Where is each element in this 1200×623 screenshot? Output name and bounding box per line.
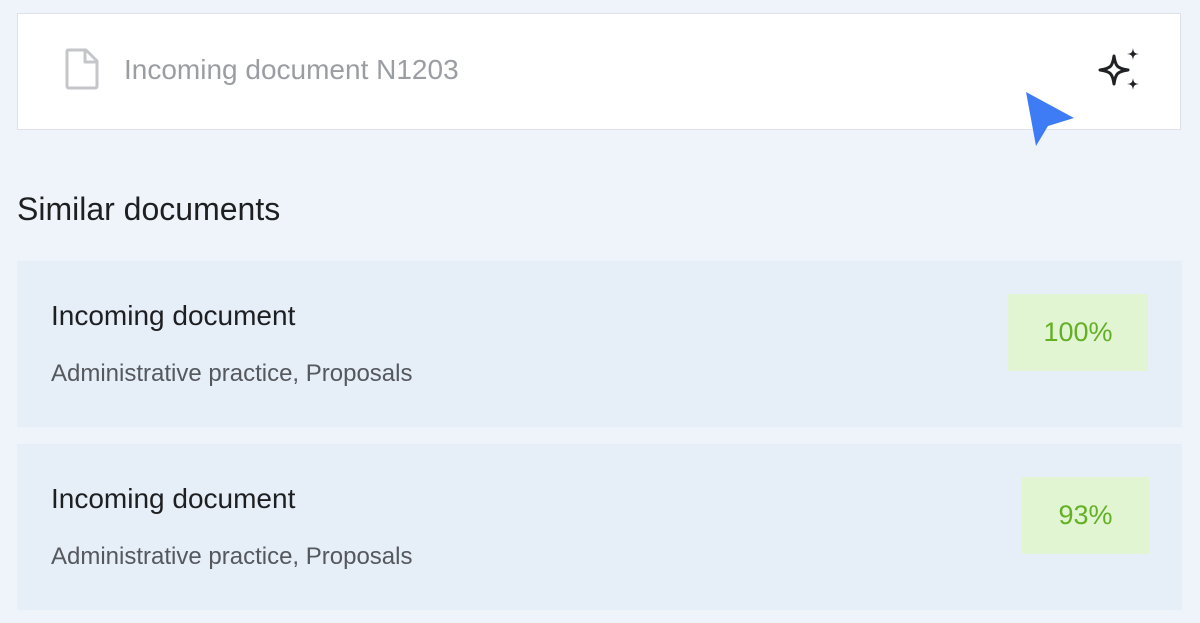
match-percentage-badge: 93%	[1022, 477, 1149, 554]
similar-document-card[interactable]: Incoming document Administrative practic…	[17, 261, 1182, 427]
similar-document-tags: Administrative practice, Proposals	[51, 360, 413, 387]
similar-document-card[interactable]: Incoming document Administrative practic…	[17, 444, 1182, 610]
similar-document-tags: Administrative practice, Proposals	[51, 543, 413, 570]
similar-document-title: Incoming document	[51, 300, 296, 331]
document-header: Incoming document N1203	[17, 13, 1181, 130]
document-title: Incoming document N1203	[124, 54, 459, 85]
sparkles-icon[interactable]	[1096, 46, 1144, 96]
mouse-pointer-icon	[1026, 92, 1074, 146]
document-icon	[65, 48, 99, 90]
match-percentage-badge: 100%	[1008, 294, 1148, 371]
similar-documents-heading: Similar documents	[17, 191, 281, 227]
similar-document-title: Incoming document	[51, 483, 296, 514]
